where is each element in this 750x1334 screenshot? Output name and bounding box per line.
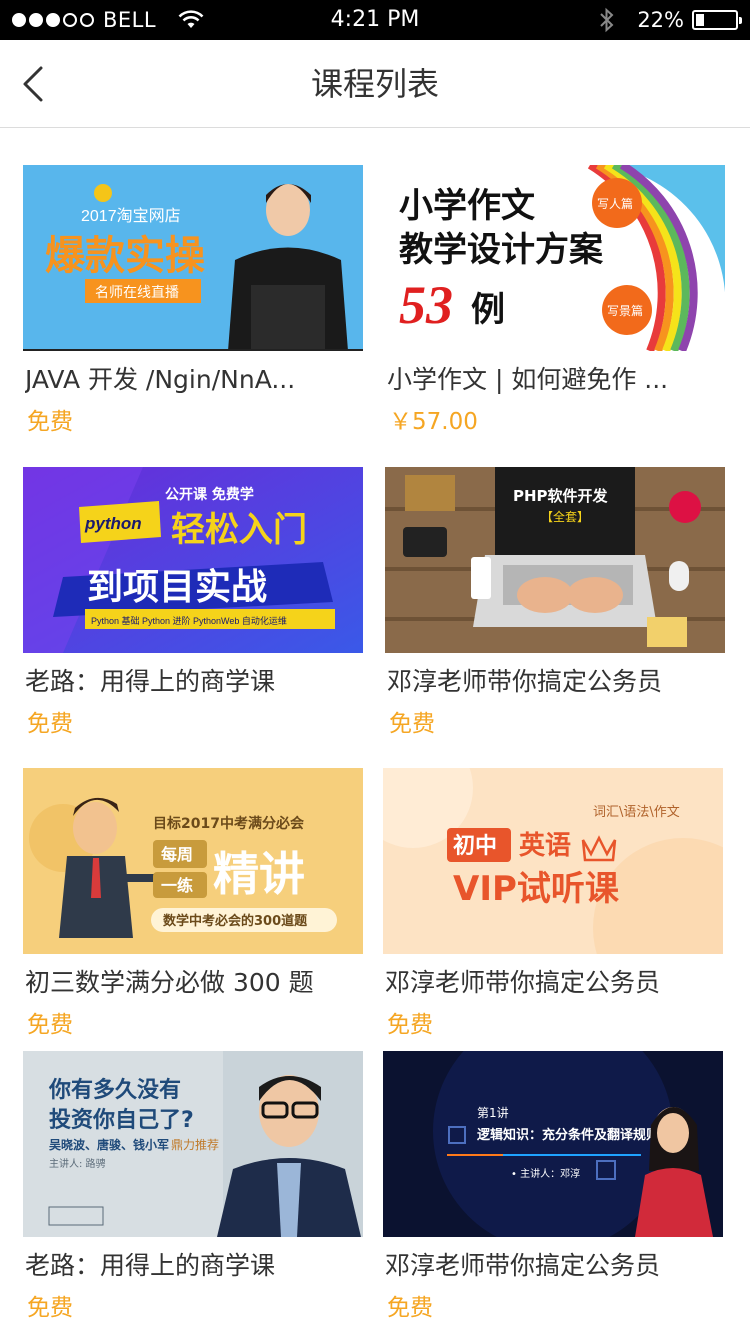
- course-price: 免费: [27, 1012, 73, 1038]
- thumb-text: 每周: [161, 845, 193, 864]
- course-card[interactable]: 小学作文 教学设计方案 53 例 写人篇 写景篇 小学作文 | 如何避免作 ..…: [385, 165, 725, 455]
- thumb-text: 轻松入门: [171, 510, 307, 550]
- thumb-text: 名师在线直播: [95, 284, 179, 301]
- thumb-text: 53: [399, 275, 453, 335]
- thumb-text: 公开课 免费学: [165, 486, 254, 503]
- course-thumbnail[interactable]: 你有多久没有 投资你自己了? 吴晓波、唐骏、钱小军 鼎力推荐 主讲人: 路骋: [23, 1051, 363, 1237]
- thumb-text: 词汇\语法\作文: [593, 805, 680, 820]
- course-card[interactable]: 目标2017中考满分必会 每周 一练 精讲 数学中考必会的300道题 初三数学满…: [23, 768, 363, 1058]
- thumb-text: 鼎力推荐: [171, 1138, 219, 1152]
- thumb-text: 数学中考必会的300道题: [163, 913, 308, 929]
- status-right: 22%: [599, 6, 742, 34]
- course-title: 小学作文 | 如何避免作 ...: [387, 365, 669, 394]
- nav-bar: 课程列表: [0, 40, 750, 128]
- course-title: JAVA 开发 /Ngin/NnA...: [25, 365, 296, 394]
- thumb-text: Python 基础 Python 进阶 PythonWeb 自动化运维: [91, 615, 287, 626]
- course-card[interactable]: 2017淘宝网店 爆款实操 名师在线直播 JAVA 开发 /Ngin/NnA..…: [23, 165, 363, 455]
- course-price: 免费: [387, 1295, 433, 1321]
- course-price: 免费: [389, 711, 435, 737]
- course-title: 老路：用得上的商学课: [25, 667, 276, 696]
- thumb-text: 爆款实操: [45, 233, 205, 279]
- thumbnail-python-image: 公开课 免费学 python 轻松入门 到项目实战 Python 基础 Pyth…: [23, 467, 363, 653]
- course-thumbnail[interactable]: PHP软件开发 【全套】: [385, 467, 725, 653]
- thumb-text: 写景篇: [607, 303, 643, 318]
- bluetooth-icon: [600, 7, 614, 33]
- course-price: 免费: [27, 1295, 73, 1321]
- thumb-text: VIP试听课: [453, 869, 620, 909]
- thumbnail-english-image: 词汇\语法\作文 初中 英语 VIP试听课: [383, 768, 723, 954]
- thumbnail-taobao-image: 2017淘宝网店 爆款实操 名师在线直播: [23, 165, 363, 351]
- status-bar: BELL 4:21 PM 22%: [0, 0, 750, 40]
- course-card[interactable]: 公开课 免费学 python 轻松入门 到项目实战 Python 基础 Pyth…: [23, 467, 363, 757]
- course-title: 初三数学满分必做 300 题: [25, 968, 314, 997]
- course-thumbnail[interactable]: 小学作文 教学设计方案 53 例 写人篇 写景篇: [385, 165, 725, 351]
- thumb-text: 2017淘宝网店: [81, 207, 181, 225]
- thumb-text: 逻辑知识：充分条件及翻译规则: [477, 1127, 659, 1143]
- course-thumbnail[interactable]: 目标2017中考满分必会 每周 一练 精讲 数学中考必会的300道题: [23, 768, 363, 954]
- course-price: ￥57.00: [389, 409, 478, 435]
- thumb-text: 目标2017中考满分必会: [153, 815, 305, 832]
- course-thumbnail[interactable]: 公开课 免费学 python 轻松入门 到项目实战 Python 基础 Pyth…: [23, 467, 363, 653]
- course-price: 免费: [27, 409, 73, 435]
- course-thumbnail[interactable]: 词汇\语法\作文 初中 英语 VIP试听课: [383, 768, 723, 954]
- course-price: 免费: [27, 711, 73, 737]
- thumb-text: 【全套】: [541, 509, 589, 524]
- course-title: 老路：用得上的商学课: [25, 1251, 276, 1280]
- thumb-text: python: [84, 514, 142, 533]
- thumbnail-php-image: PHP软件开发 【全套】: [385, 467, 725, 653]
- thumb-text: 主讲人: 路骋: [49, 1157, 106, 1170]
- thumb-text: 教学设计方案: [399, 230, 604, 270]
- thumb-text: 英语: [519, 831, 571, 861]
- thumb-text: 投资你自己了?: [49, 1107, 194, 1133]
- thumb-text: 第1讲: [477, 1105, 509, 1120]
- course-price: 免费: [387, 1012, 433, 1038]
- thumb-text: 一练: [161, 876, 193, 895]
- thumbnail-composition-image: 小学作文 教学设计方案 53 例 写人篇 写景篇: [385, 165, 725, 351]
- thumb-text: 初中: [453, 833, 497, 859]
- thumb-text: 例: [471, 290, 505, 330]
- thumbnail-logic-image: 第1讲 逻辑知识：充分条件及翻译规则 • 主讲人：邓淳: [383, 1051, 723, 1237]
- thumb-text: 写人篇: [597, 196, 633, 211]
- battery-fill: [696, 14, 704, 26]
- course-card[interactable]: PHP软件开发 【全套】 邓淳老师带你搞定公务员 免费: [385, 467, 725, 757]
- course-card[interactable]: 你有多久没有 投资你自己了? 吴晓波、唐骏、钱小军 鼎力推荐 主讲人: 路骋 老…: [23, 1051, 363, 1334]
- thumb-text: 精讲: [213, 847, 305, 901]
- course-title: 邓淳老师带你搞定公务员: [385, 1251, 661, 1280]
- thumb-text: PHP软件开发: [513, 487, 609, 505]
- course-card[interactable]: 词汇\语法\作文 初中 英语 VIP试听课 邓淳老师带你搞定公务员 免费: [383, 768, 723, 1058]
- course-card[interactable]: 第1讲 逻辑知识：充分条件及翻译规则 • 主讲人：邓淳 邓淳老师带你搞定公务员 …: [383, 1051, 723, 1334]
- thumb-text: 你有多久没有: [48, 1077, 181, 1103]
- thumb-text: 吴晓波、唐骏、钱小军: [49, 1137, 169, 1152]
- thumbnail-math-image: 目标2017中考满分必会 每周 一练 精讲 数学中考必会的300道题: [23, 768, 363, 954]
- thumb-text: 到项目实战: [87, 567, 267, 608]
- battery-percent: 22%: [637, 8, 684, 32]
- course-thumbnail[interactable]: 2017淘宝网店 爆款实操 名师在线直播: [23, 165, 363, 351]
- thumb-text: 小学作文: [399, 186, 535, 226]
- course-title: 邓淳老师带你搞定公务员: [387, 667, 663, 696]
- thumbnail-business-image: 你有多久没有 投资你自己了? 吴晓波、唐骏、钱小军 鼎力推荐 主讲人: 路骋: [23, 1051, 363, 1237]
- thumb-text: • 主讲人：邓淳: [511, 1167, 580, 1180]
- battery-icon: [692, 10, 742, 30]
- course-title: 邓淳老师带你搞定公务员: [385, 968, 661, 997]
- course-thumbnail[interactable]: 第1讲 逻辑知识：充分条件及翻译规则 • 主讲人：邓淳: [383, 1051, 723, 1237]
- page-title: 课程列表: [310, 65, 439, 103]
